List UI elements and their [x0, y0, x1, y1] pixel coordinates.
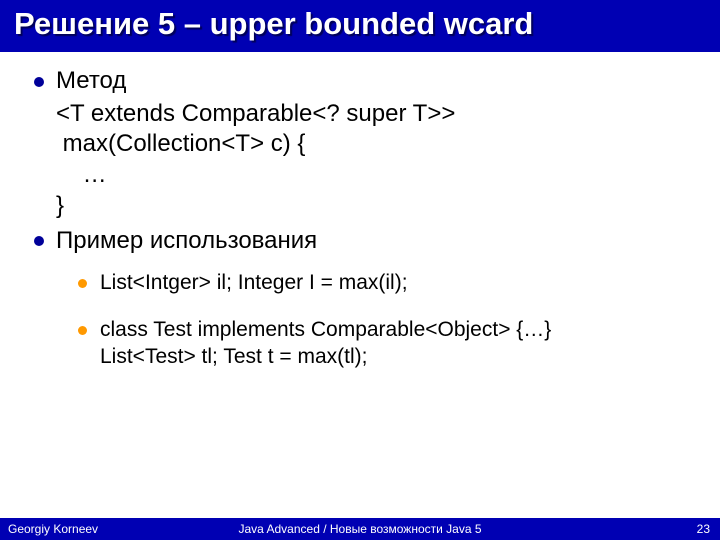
bullet-method: Метод	[34, 66, 690, 97]
slide-title: Решение 5 – upper bounded wcard	[14, 6, 706, 42]
footer-page-number: 23	[697, 522, 710, 536]
bullet-method-label: Метод	[56, 67, 126, 94]
code-line-4: }	[56, 191, 690, 222]
code-line-3: …	[56, 160, 690, 191]
sub-list: List<Intger> il; Integer I = max(il); cl…	[34, 270, 690, 371]
sub-bullet-2-line1: class Test implements Comparable<Object>…	[100, 317, 690, 344]
code-block: <T extends Comparable<? super T>> max(Co…	[34, 99, 690, 222]
footer-author: Georgiy Korneev	[8, 522, 98, 536]
sub-bullet-1-text: List<Intger> il; Integer I = max(il);	[100, 271, 408, 294]
footer-title: Java Advanced / Новые возможности Java 5	[0, 522, 720, 536]
code-line-2: max(Collection<T> c) {	[56, 129, 690, 160]
slide-body: Метод <T extends Comparable<? super T>> …	[0, 52, 720, 371]
sub-bullet-2-line2: List<Test> tl; Test t = max(tl);	[100, 344, 690, 371]
code-line-1: <T extends Comparable<? super T>>	[56, 99, 690, 130]
sub-bullet-2: class Test implements Comparable<Object>…	[78, 317, 690, 371]
bullet-example: Пример использования	[34, 226, 690, 257]
title-bar: Решение 5 – upper bounded wcard	[0, 0, 720, 52]
footer: Georgiy Korneev Java Advanced / Новые во…	[0, 518, 720, 540]
bullet-example-label: Пример использования	[56, 227, 317, 254]
slide: Решение 5 – upper bounded wcard Метод <T…	[0, 0, 720, 540]
sub-bullet-1: List<Intger> il; Integer I = max(il);	[78, 270, 690, 297]
